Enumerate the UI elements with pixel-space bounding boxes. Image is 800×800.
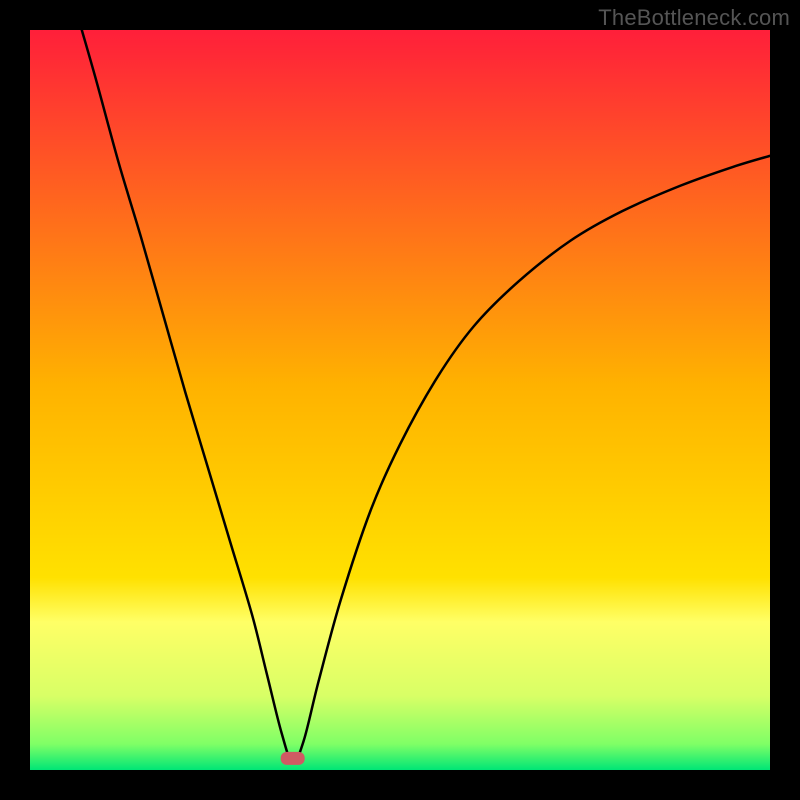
gradient-background [30,30,770,770]
watermark-text: TheBottleneck.com [598,5,790,31]
chart-frame [30,30,770,770]
minimum-marker [281,752,305,765]
bottleneck-chart [30,30,770,770]
